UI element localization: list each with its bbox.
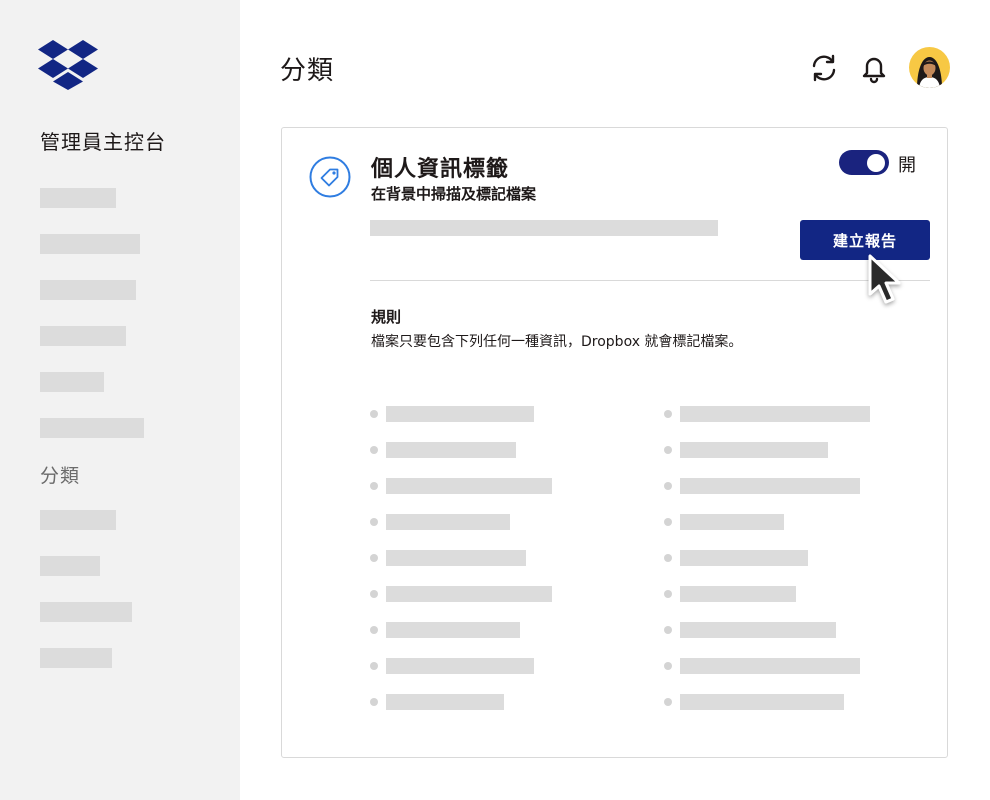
rule-placeholder	[386, 478, 552, 494]
sidebar-item[interactable]	[40, 188, 116, 208]
bullet	[370, 626, 378, 634]
bullet	[370, 698, 378, 706]
sidebar-item[interactable]	[40, 418, 144, 438]
bell-icon[interactable]	[858, 52, 890, 84]
rule-placeholder	[680, 694, 844, 710]
sidebar-item[interactable]	[40, 280, 136, 300]
rule-placeholder	[680, 586, 796, 602]
sidebar-item[interactable]	[40, 234, 140, 254]
bullet	[370, 410, 378, 418]
rules-heading: 規則	[371, 308, 402, 326]
bullet	[664, 482, 672, 490]
bullet	[664, 554, 672, 562]
card-title: 個人資訊標籤	[371, 157, 510, 182]
bullet	[370, 662, 378, 670]
rule-placeholder	[680, 478, 860, 494]
bullet	[664, 410, 672, 418]
rule-placeholder	[386, 658, 534, 674]
mouse-cursor-icon	[868, 254, 901, 304]
rule-placeholder	[386, 514, 510, 530]
rule-placeholder	[680, 622, 836, 638]
page-title: 分類	[280, 56, 335, 86]
bullet	[664, 662, 672, 670]
rules-description: 檔案只要包含下列任何一種資訊，Dropbox 就會標記檔案。	[371, 334, 743, 350]
bullet	[370, 518, 378, 526]
rule-placeholder	[680, 658, 860, 674]
rule-placeholder	[386, 622, 520, 638]
bullet	[370, 590, 378, 598]
rule-placeholder	[386, 586, 552, 602]
bullet	[664, 698, 672, 706]
rule-placeholder	[680, 406, 870, 422]
avatar[interactable]	[909, 47, 950, 88]
rule-placeholder	[680, 514, 784, 530]
bullet	[370, 482, 378, 490]
sidebar-item[interactable]	[40, 372, 104, 392]
rule-placeholder	[680, 550, 808, 566]
bullet	[664, 626, 672, 634]
sidebar-item[interactable]	[40, 602, 132, 622]
rule-placeholder	[386, 406, 534, 422]
dropbox-logo-icon[interactable]	[38, 38, 98, 90]
enable-toggle[interactable]	[839, 150, 889, 175]
rule-placeholder	[386, 442, 516, 458]
bullet	[664, 446, 672, 454]
sidebar-item-classification[interactable]: 分類	[40, 461, 80, 488]
tag-icon	[309, 156, 351, 198]
bullet	[370, 446, 378, 454]
sidebar-item[interactable]	[40, 556, 100, 576]
description-placeholder	[370, 220, 718, 236]
sync-icon[interactable]	[808, 52, 840, 84]
sidebar: 管理員主控台 分類	[0, 0, 240, 800]
toggle-knob	[867, 153, 885, 172]
bullet	[664, 590, 672, 598]
card-subtitle: 在背景中掃描及標記檔案	[371, 185, 537, 203]
bullet	[370, 554, 378, 562]
bullet	[664, 518, 672, 526]
sidebar-title: 管理員主控台	[40, 130, 166, 154]
sidebar-item[interactable]	[40, 510, 116, 530]
toggle-label: 開	[898, 155, 916, 176]
rule-placeholder	[386, 550, 526, 566]
sidebar-item[interactable]	[40, 648, 112, 668]
divider	[370, 280, 930, 281]
sidebar-item[interactable]	[40, 326, 126, 346]
avatar-person-icon	[917, 57, 942, 88]
rule-placeholder	[386, 694, 504, 710]
rule-placeholder	[680, 442, 828, 458]
